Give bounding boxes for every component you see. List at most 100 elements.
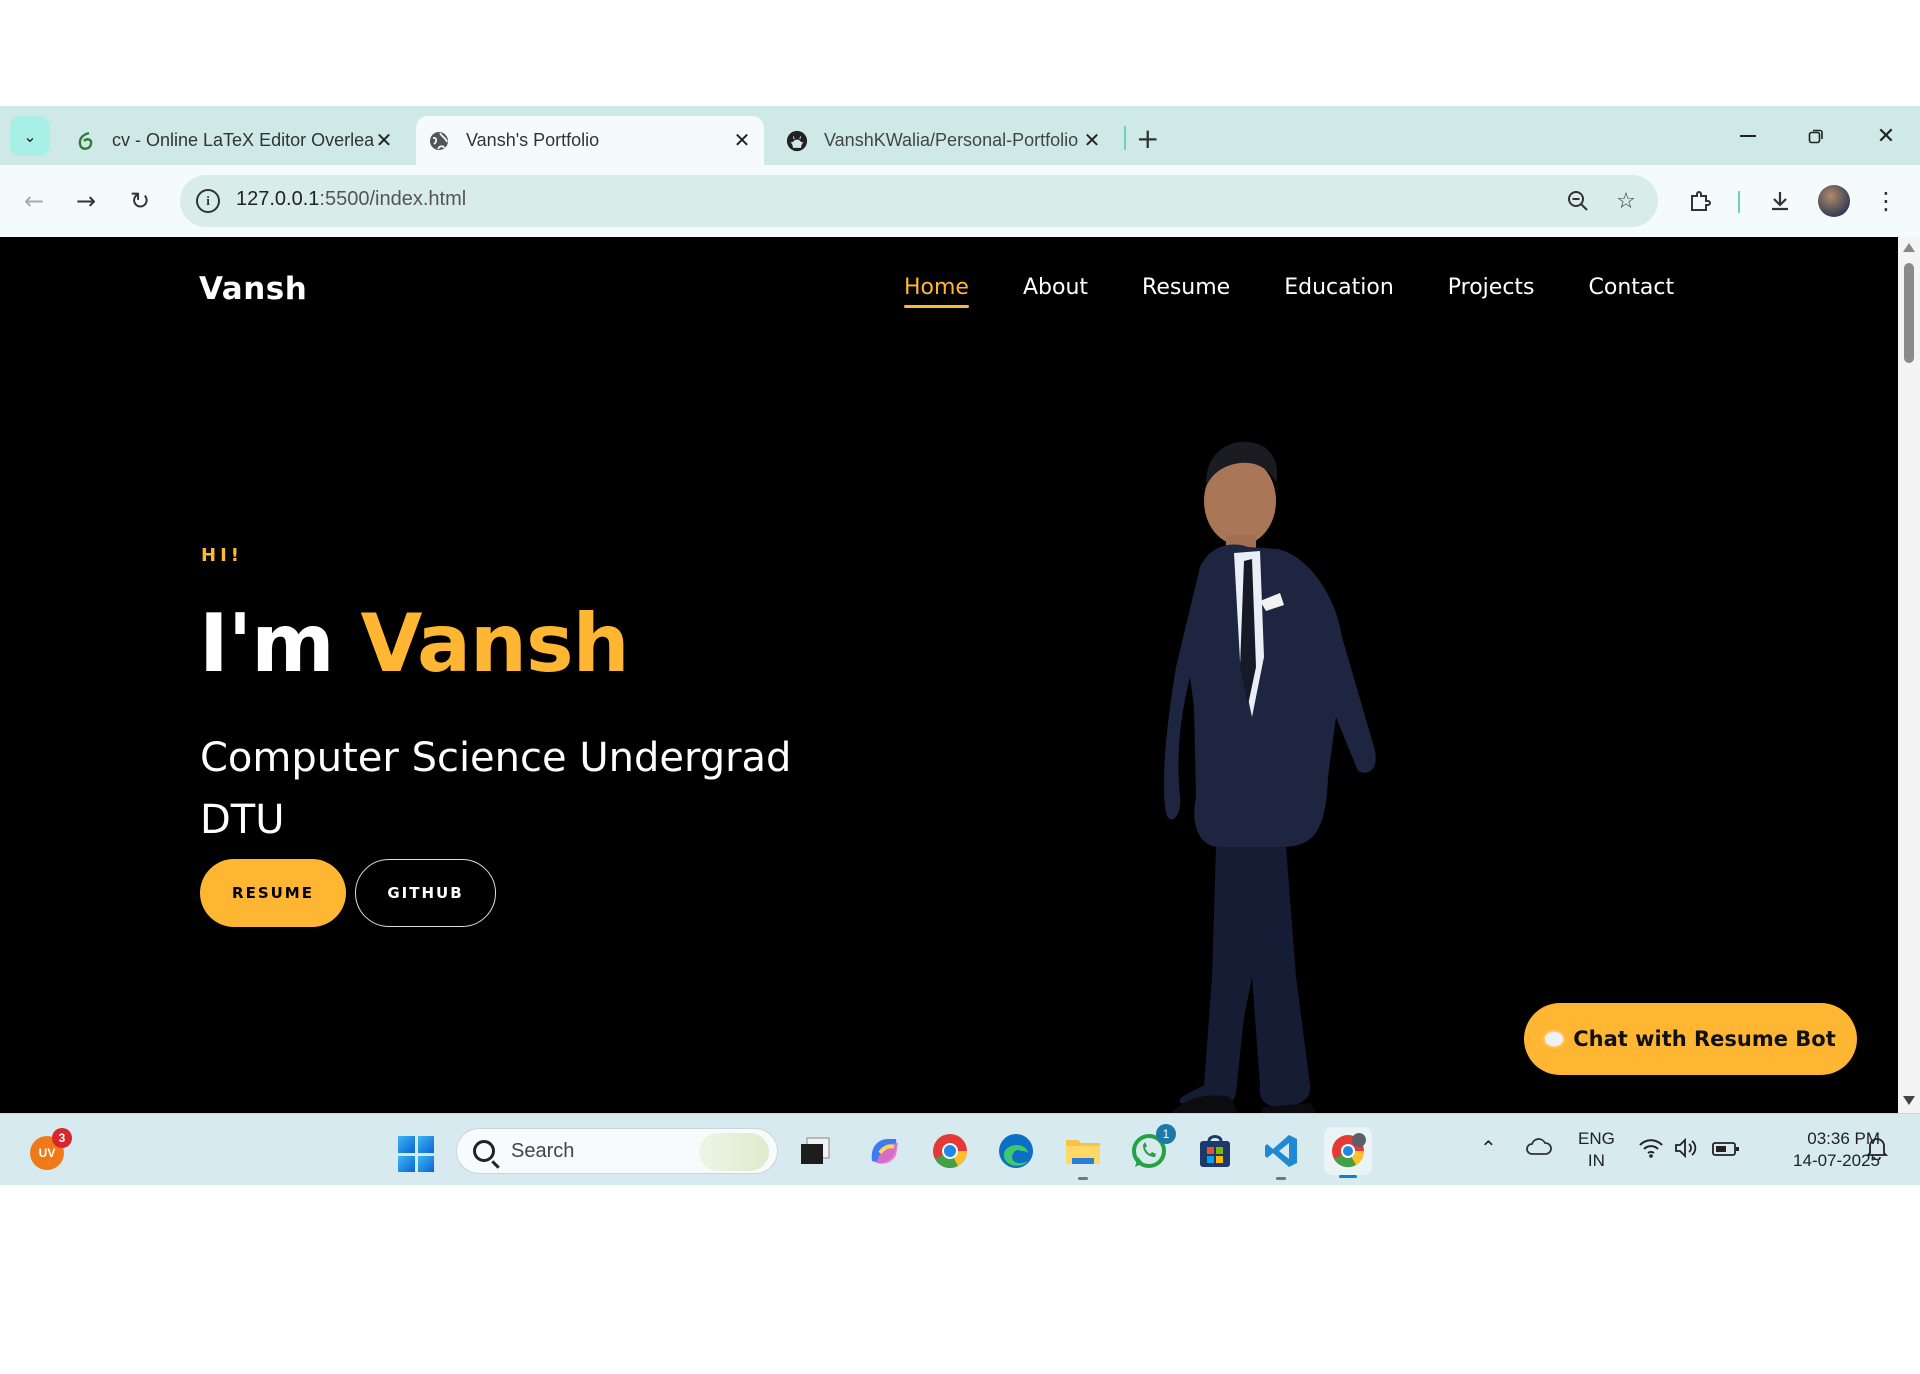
user-avatar[interactable]: UV 3 [30,1128,72,1170]
nav-projects[interactable]: Projects [1448,275,1535,308]
resume-button[interactable]: RESUME [200,859,346,927]
close-icon: ✕ [1876,123,1896,149]
downloads-button[interactable] [1762,183,1798,219]
battery-icon [1712,1142,1739,1156]
vscode-icon [1265,1135,1297,1167]
overleaf-icon [74,130,96,152]
copilot-app[interactable] [863,1130,905,1172]
hero-greeting: HI! [201,545,243,566]
notification-center[interactable] [1865,1136,1889,1166]
restore-button[interactable] [1786,116,1846,156]
zoom-out-icon [1568,191,1588,211]
network-status[interactable] [1638,1138,1664,1164]
search-placeholder: Search [511,1139,575,1162]
site-info-icon[interactable]: i [196,189,220,213]
close-icon[interactable]: ✕ [1082,128,1102,153]
volume-control[interactable] [1674,1137,1700,1164]
battery-status[interactable] [1712,1140,1740,1163]
reload-icon: ↻ [129,187,151,215]
edge-app[interactable] [995,1130,1037,1172]
nav-education[interactable]: Education [1284,275,1394,308]
scroll-up-icon[interactable] [1903,243,1915,252]
hero-subtitle: Computer Science Undergrad DTU [200,735,792,843]
hero-headline: I'm Vansh [199,597,630,690]
whatsapp-app[interactable]: 1 [1128,1124,1176,1172]
tab-search-button[interactable]: ⌄ [10,116,50,156]
windows-logo-pane [417,1136,434,1153]
store-app[interactable] [1194,1130,1236,1172]
chrome-profile-icon [1332,1133,1366,1168]
url-path: :5500/index.html [319,188,467,210]
notification-badge: 3 [52,1128,72,1148]
star-icon: ☆ [1616,188,1636,214]
extensions-button[interactable] [1682,183,1718,219]
user-initials: UV [38,1146,56,1160]
url-host: 127.0.0.1 [236,188,320,210]
address-url[interactable]: 127.0.0.1:5500/index.html [236,188,466,211]
address-bar[interactable]: i 127.0.0.1:5500/index.html ☆ [180,175,1658,227]
clock-time: 03:36 PM [1807,1129,1880,1148]
nav-resume[interactable]: Resume [1142,275,1230,308]
file-explorer-app[interactable] [1062,1130,1104,1180]
back-button[interactable]: ← [16,183,52,219]
browser-toolbar: ← → ↻ i 127.0.0.1:5500/index.html ☆ ⋮ [0,165,1920,237]
close-icon[interactable]: ✕ [732,128,752,153]
search-highlight-image [699,1133,769,1171]
folder-icon [1066,1140,1100,1164]
portfolio-page: Vansh Home About Resume Education Projec… [0,237,1898,1113]
running-indicator [1276,1177,1286,1180]
bookmark-button[interactable]: ☆ [1612,187,1640,215]
onedrive-status[interactable] [1526,1138,1552,1162]
taskbar-search[interactable]: Search [456,1128,778,1174]
restore-icon [1808,129,1823,144]
chrome-app[interactable] [929,1130,971,1172]
profile-avatar[interactable] [1818,185,1850,217]
bell-icon [1865,1138,1889,1161]
language-line1: ENG [1578,1129,1615,1148]
language-line2: IN [1587,1151,1605,1170]
tab-title: cv - Online LaTeX Editor Overleaf [112,130,374,150]
nav-about[interactable]: About [1023,275,1088,308]
page-scrollbar[interactable] [1898,237,1920,1113]
tab-github[interactable]: VanshKWalia/Personal-Portfolio ✕ [774,116,1114,165]
minimize-button[interactable] [1718,116,1778,156]
zoom-button[interactable] [1564,187,1592,215]
tab-divider [1124,126,1126,150]
new-tab-button[interactable]: + [1136,122,1159,155]
site-logo[interactable]: Vansh [199,271,307,307]
github-button[interactable]: GITHUB [355,859,496,927]
scroll-down-icon[interactable] [1903,1096,1915,1105]
globe-icon [428,130,450,152]
system-clock[interactable]: 03:36 PM 14-07-2025 [1760,1128,1880,1172]
reload-button[interactable]: ↻ [122,183,158,219]
show-hidden-icons[interactable]: ⌃ [1480,1136,1497,1161]
chat-bubble-icon [1545,1032,1564,1046]
clock-date: 14-07-2025 [1793,1151,1880,1170]
tab-portfolio[interactable]: Vansh's Portfolio ✕ [416,116,764,165]
close-window-button[interactable]: ✕ [1856,116,1916,156]
running-indicator [1078,1177,1088,1180]
task-view-icon [801,1137,830,1164]
nav-contact[interactable]: Contact [1589,275,1675,308]
nav-home[interactable]: Home [904,275,969,308]
windows-logo-pane [398,1136,415,1153]
forward-button[interactable]: → [68,183,104,219]
scrollbar-thumb[interactable] [1904,263,1914,363]
arrow-right-icon: → [75,187,97,215]
store-icon [1200,1135,1230,1167]
windows-logo-pane [417,1155,434,1172]
start-button[interactable] [398,1136,434,1172]
speaker-icon [1675,1137,1697,1159]
headline-name: Vansh [360,597,629,690]
tab-overleaf[interactable]: cv - Online LaTeX Editor Overleaf ✕ [62,116,406,165]
resume-bot-button[interactable]: Chat with Resume Bot [1524,1003,1857,1075]
screen: ⌄ cv - Online LaTeX Editor Overleaf ✕ Va… [0,0,1920,1374]
vscode-app[interactable] [1260,1130,1302,1180]
language-indicator[interactable]: ENG IN [1578,1128,1615,1172]
close-icon[interactable]: ✕ [374,128,394,153]
browser-menu-button[interactable]: ⋮ [1868,183,1904,219]
chevron-down-icon: ⌄ [23,126,37,146]
chrome-active-app[interactable] [1324,1127,1372,1178]
task-view-button[interactable] [794,1130,836,1172]
copilot-icon [871,1139,898,1164]
